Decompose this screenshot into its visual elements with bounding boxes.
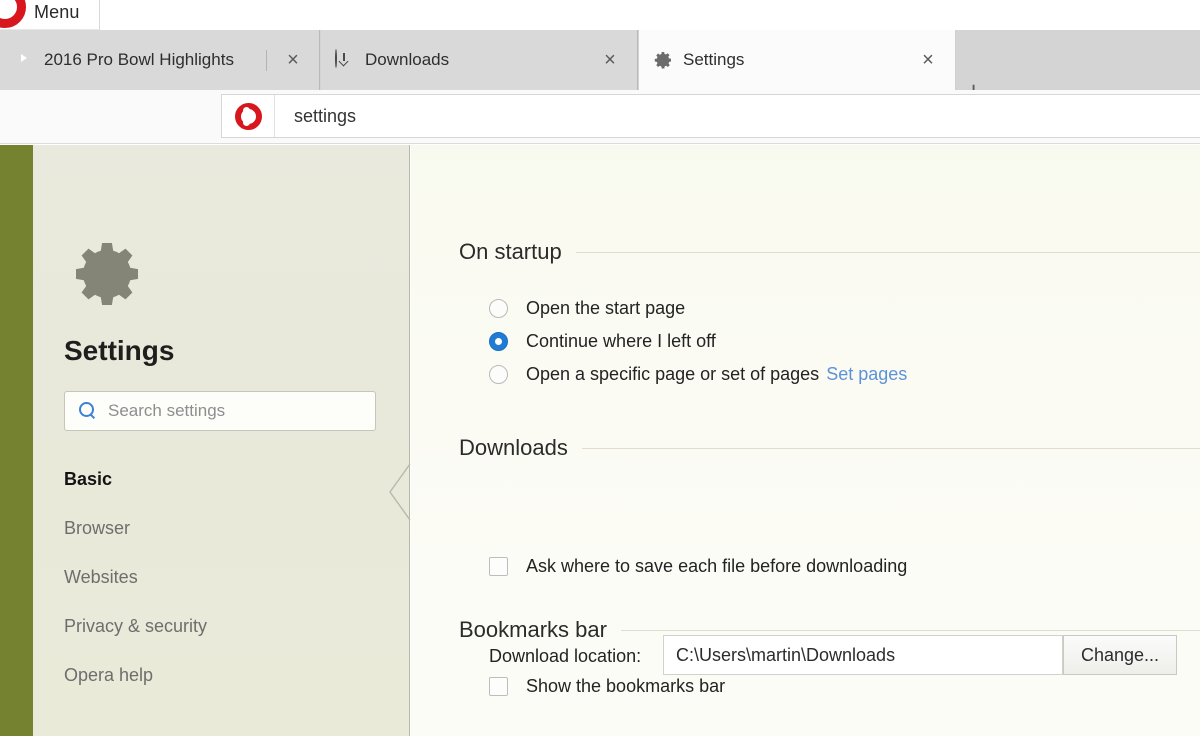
download-circle-icon [335, 49, 355, 70]
menu-label: Menu [34, 2, 80, 22]
page-title: Settings [64, 335, 175, 366]
checkbox-icon [489, 557, 508, 576]
sidebar-item-websites[interactable]: Websites [64, 561, 384, 610]
youtube-icon [14, 50, 34, 70]
tab-bar: 2016 Pro Bowl Highlights × Downloads × S… [0, 30, 1200, 104]
sidebar-active-pointer-icon [388, 463, 412, 526]
checkbox-ask-where-to-save[interactable]: Ask where to save each file before downl… [489, 556, 907, 577]
sidebar-accent-rail [0, 145, 33, 736]
section-title: Bookmarks bar [459, 617, 607, 642]
checkbox-label: Show the bookmarks bar [526, 676, 726, 696]
opera-logo-icon [0, 0, 26, 28]
sidebar-item-basic[interactable]: Basic [64, 463, 384, 512]
search-placeholder: Search settings [108, 401, 226, 420]
menu-button[interactable]: Menu [0, 0, 100, 30]
download-location-label: Download location: [489, 646, 642, 666]
sidebar-item-privacy-security[interactable]: Privacy & security [64, 610, 384, 659]
checkbox-icon [489, 677, 508, 696]
tab-close-button[interactable]: × [598, 48, 622, 72]
radio-label: Open the start page [526, 298, 686, 318]
gear-icon [68, 235, 146, 318]
tab-close-button[interactable]: × [916, 48, 940, 72]
tab-title: 2016 Pro Bowl Highlights [44, 50, 234, 69]
sidebar-nav: Basic Browser Websites Privacy & securit… [64, 463, 384, 708]
radio-label: Open a specific page or set of pages [526, 364, 820, 384]
gear-icon [653, 50, 673, 70]
section-rule [575, 251, 1200, 253]
radio-icon [489, 365, 508, 384]
browser-window: Menu 2016 Pro Bowl Highlights × Download… [0, 0, 1200, 736]
radio-label: Continue where I left off [526, 331, 716, 351]
tab-close-button[interactable]: × [281, 48, 305, 72]
tab-youtube[interactable]: 2016 Pro Bowl Highlights [0, 30, 320, 90]
search-icon [79, 402, 97, 420]
tab-settings[interactable]: Settings [639, 30, 956, 90]
set-pages-link[interactable]: Set pages [826, 364, 907, 385]
section-rule [620, 629, 1200, 631]
search-settings-input[interactable]: Search settings [64, 391, 376, 431]
settings-sidebar: Settings Search settings Basic Browser W… [33, 145, 412, 736]
radio-continue-where-left-off[interactable]: Continue where I left off [489, 331, 716, 352]
checkbox-show-bookmarks-bar[interactable]: Show the bookmarks bar [489, 676, 725, 697]
section-rule [581, 447, 1200, 449]
page-content: Settings Search settings Basic Browser W… [0, 145, 1200, 736]
tab-title: Settings [683, 50, 745, 69]
tab-title: Downloads [365, 50, 450, 69]
radio-open-specific-page[interactable]: Open a specific page or set of pages Set… [489, 364, 907, 385]
sidebar-item-opera-help[interactable]: Opera help [64, 659, 384, 708]
opera-logo-icon [222, 95, 275, 137]
radio-icon [489, 299, 508, 318]
checkbox-label: Ask where to save each file before downl… [526, 556, 908, 576]
tab-downloads[interactable]: Downloads [321, 30, 638, 90]
address-bar-input[interactable]: settings [221, 94, 1200, 138]
sidebar-item-browser[interactable]: Browser [64, 512, 384, 561]
section-title: On startup [459, 239, 562, 264]
section-on-startup: On startup [459, 239, 1200, 265]
radio-open-start-page[interactable]: Open the start page [489, 298, 685, 319]
settings-content: On startup Open the start page Continue … [411, 145, 1200, 736]
radio-icon-selected [489, 332, 508, 351]
tab-divider [266, 50, 267, 71]
section-title: Downloads [459, 435, 568, 460]
address-bar-value: settings [294, 105, 357, 126]
section-downloads: Downloads [459, 435, 1200, 461]
section-bookmarks-bar: Bookmarks bar [459, 617, 1200, 643]
